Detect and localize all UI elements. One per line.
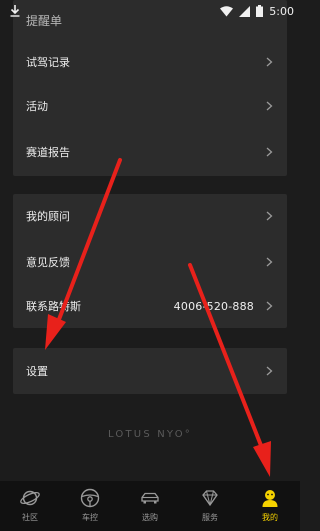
hotline-number[interactable]: 4006-520-888 (174, 300, 254, 313)
nav-tab-shop[interactable]: 选购 (120, 481, 180, 531)
nav-label: 我的 (262, 513, 278, 522)
nav-tab-vehicle-control[interactable]: 车控 (60, 481, 120, 531)
menu-item-settings[interactable]: 设置 (13, 349, 287, 393)
nav-label: 车控 (82, 513, 98, 522)
contact-card: 我的顾问 意见反馈 联系路特斯 4006-520-888 (13, 194, 287, 328)
records-card: 提醒单 试驾记录 活动 赛道报告 (13, 0, 287, 176)
download-icon (10, 5, 20, 17)
menu-item-track-report[interactable]: 赛道报告 (13, 130, 287, 174)
menu-item-label: 设置 (26, 365, 48, 378)
signal-icon (239, 5, 251, 17)
menu-item-test-drive-records[interactable]: 试驾记录 (13, 40, 287, 84)
car-icon (141, 492, 159, 504)
nav-label: 社区 (22, 513, 38, 522)
brand-watermark: LOTUS NYO° (108, 429, 192, 440)
menu-item-label: 赛道报告 (26, 146, 70, 159)
nav-tab-service[interactable]: 服务 (180, 481, 240, 531)
chevron-right-icon (266, 257, 273, 267)
settings-card: 设置 (13, 348, 287, 394)
menu-item-label: 我的顾问 (26, 210, 70, 223)
diamond-icon (202, 490, 218, 507)
nav-label: 服务 (202, 513, 218, 522)
chevron-right-icon (266, 147, 273, 157)
steering-wheel-icon (80, 488, 100, 508)
menu-item-feedback[interactable]: 意见反馈 (13, 240, 287, 284)
user-icon (262, 490, 278, 507)
menu-item-contact-lotus[interactable]: 联系路特斯 4006-520-888 (13, 284, 287, 328)
menu-item-label: 试驾记录 (26, 56, 70, 69)
planet-icon (20, 490, 40, 506)
menu-item-my-advisor[interactable]: 我的顾问 (13, 194, 287, 238)
chevron-right-icon (266, 101, 273, 111)
status-bar: 5:00 (0, 0, 300, 22)
menu-item-activities[interactable]: 活动 (13, 84, 287, 128)
bottom-nav: 社区 车控 选购 服务 我的 (0, 481, 300, 531)
chevron-right-icon (266, 211, 273, 221)
nav-tab-me[interactable]: 我的 (240, 481, 300, 531)
wifi-icon (220, 5, 234, 16)
nav-tab-community[interactable]: 社区 (0, 481, 60, 531)
battery-icon (256, 5, 264, 17)
nav-label: 选购 (142, 513, 158, 522)
chevron-right-icon (266, 57, 273, 67)
menu-item-label: 联系路特斯 (26, 300, 81, 313)
status-time: 5:00 (269, 4, 294, 18)
profile-screen: 5:00 提醒单 试驾记录 活动 赛道报告 我的顾问 意见反馈 联系路特斯 40… (0, 0, 300, 531)
chevron-right-icon (266, 366, 273, 376)
menu-item-label: 活动 (26, 100, 48, 113)
chevron-right-icon (266, 301, 273, 311)
menu-item-label: 意见反馈 (26, 256, 70, 269)
